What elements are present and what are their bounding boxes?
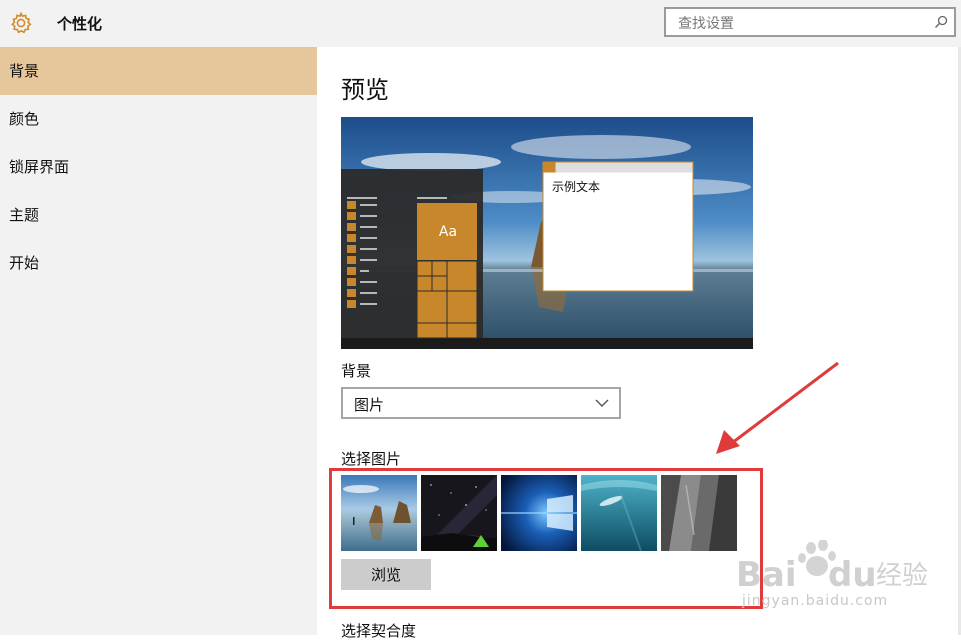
search-input[interactable] xyxy=(676,12,930,36)
preview-tile-label: Aa xyxy=(438,224,458,240)
desktop-preview xyxy=(341,117,753,349)
annotation-highlight-box xyxy=(329,468,763,609)
sidebar-item-start[interactable]: 开始 xyxy=(0,239,317,287)
sidebar-item-themes[interactable]: 主题 xyxy=(0,191,317,239)
gear-icon[interactable] xyxy=(9,11,33,35)
sidebar-item-background[interactable]: 背景 xyxy=(0,47,317,95)
chevron-down-icon xyxy=(595,399,609,407)
annotation-arrow-icon xyxy=(716,361,839,454)
search-box[interactable] xyxy=(664,7,956,37)
sidebar: 背景 颜色 锁屏界面 主题 开始 xyxy=(0,47,317,635)
preview-sample-text: 示例文本 xyxy=(552,180,601,194)
preview-heading: 预览 xyxy=(341,76,389,104)
search-icon[interactable] xyxy=(934,15,948,29)
sidebar-item-lock-screen[interactable]: 锁屏界面 xyxy=(0,143,317,191)
title-bar: 个性化 xyxy=(0,0,961,47)
watermark-url: jingyan.baidu.com xyxy=(742,593,889,609)
sidebar-item-colors[interactable]: 颜色 xyxy=(0,95,317,143)
background-label: 背景 xyxy=(341,362,372,380)
svg-text:du: du xyxy=(828,555,877,595)
baidu-watermark-logo: Bai du 经验 xyxy=(736,540,928,595)
background-dropdown-value: 图片 xyxy=(354,396,385,414)
background-dropdown[interactable]: 图片 xyxy=(341,387,621,419)
svg-text:Bai: Bai xyxy=(736,555,797,595)
choose-picture-label: 选择图片 xyxy=(341,450,402,468)
app-title: 个性化 xyxy=(57,15,103,33)
svg-text:经验: 经验 xyxy=(876,561,928,591)
fit-label: 选择契合度 xyxy=(341,622,417,640)
